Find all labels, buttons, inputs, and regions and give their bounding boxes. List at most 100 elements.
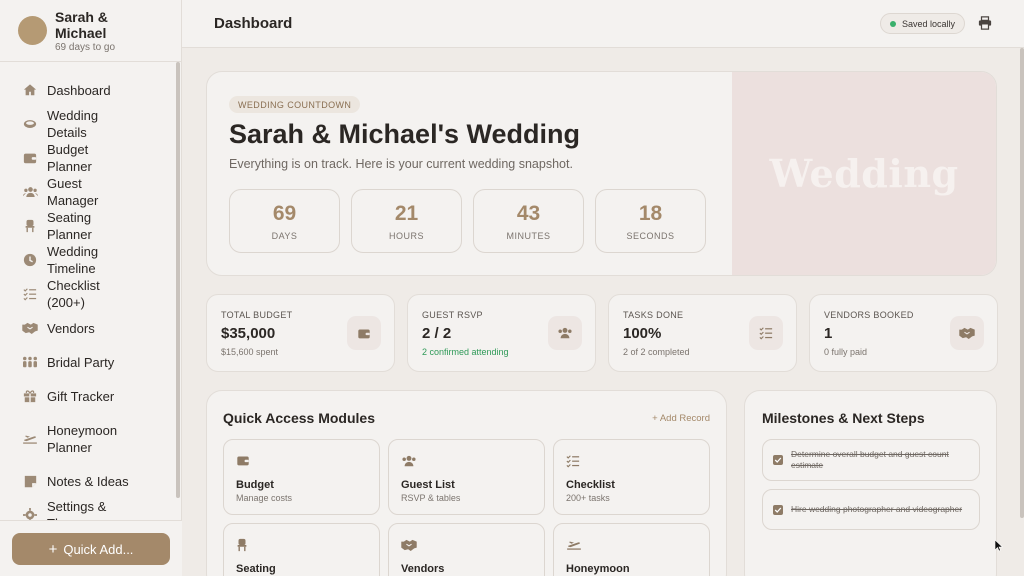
module-tile-checklist[interactable]: Checklist 200+ tasks (553, 439, 710, 515)
handshake-icon (950, 316, 984, 350)
mouse-cursor-icon (995, 540, 1003, 552)
rings-icon (22, 116, 38, 132)
saved-status-badge: Saved locally (879, 13, 965, 34)
module-subtitle: RSVP & tables (401, 493, 461, 503)
sidebar-item-bridal-party[interactable]: Bridal Party (0, 345, 176, 379)
users-icon (22, 184, 38, 200)
stat-value: 1 (824, 325, 833, 342)
people-icon (22, 354, 38, 370)
hero-image-panel: Wedding (732, 72, 996, 275)
main-content: Wedding WEDDING COUNTDOWN Sarah & Michae… (182, 48, 1020, 576)
sidebar-item-gift-tracker[interactable]: Gift Tracker (0, 379, 176, 413)
countdown-seconds: 18 SECONDS (595, 189, 706, 253)
stat-card-total-budget[interactable]: TOTAL BUDGET $35,000 $15,600 spent (206, 294, 395, 372)
milestones-card: Milestones & Next Steps Determine overal… (744, 390, 997, 576)
milestone-item[interactable]: Determine overall budget and guest count… (762, 439, 980, 481)
sidebar-nav: Dashboard Wedding Details Budget Planner… (0, 73, 176, 532)
add-record-link[interactable]: + Add Record (652, 413, 710, 424)
sidebar-item-label: Guest Manager (47, 176, 99, 208)
stat-sub: 2 confirmed attending (422, 347, 509, 357)
stat-card-guest-rsvp[interactable]: GUEST RSVP 2 / 2 2 confirmed attending (407, 294, 596, 372)
countdown-label: DAYS (271, 230, 298, 241)
sidebar-item-wedding-details[interactable]: Wedding Details (0, 107, 176, 141)
sidebar-item-checklist[interactable]: Checklist (200+) (0, 277, 176, 311)
sidebar-item-wedding-timeline[interactable]: Wedding Timeline (0, 243, 176, 277)
countdown-days: 69 DAYS (229, 189, 340, 253)
module-subtitle: Manage costs (236, 493, 293, 503)
stat-label: TASKS DONE (623, 310, 684, 320)
countdown-row: 69 DAYS 21 HOURS 43 MINUTES 18 SECONDS (229, 189, 706, 253)
module-title: Vendors (401, 563, 445, 575)
chair-icon (236, 538, 252, 554)
sidebar-item-label: Honeymoon Planner (47, 422, 118, 455)
module-tile-vendors[interactable]: Vendors (388, 523, 545, 576)
profile-header[interactable]: Sarah & Michael 69 days to go (0, 0, 181, 62)
module-title: Budget (236, 479, 274, 491)
sidebar-item-label: Gift Tracker (47, 388, 115, 404)
module-title: Seating (236, 563, 276, 575)
wallet-icon (236, 454, 252, 470)
hero-subtitle: Everything is on track. Here is your cur… (229, 157, 573, 171)
module-title: Checklist (566, 479, 615, 491)
sidebar-item-honeymoon-planner[interactable]: Honeymoon Planner (0, 413, 176, 464)
milestone-item[interactable]: Hire wedding photographer and videograph… (762, 489, 980, 530)
home-icon (22, 82, 38, 98)
sidebar-item-label: Vendors (47, 320, 95, 336)
sidebar-item-budget-planner[interactable]: Budget Planner (0, 141, 176, 175)
milestone-text: Hire wedding photographer and videograph… (791, 504, 963, 514)
quick-add-button[interactable]: + Quick Add... (12, 533, 170, 565)
sidebar-item-label: Notes & Ideas (47, 473, 129, 489)
sidebar-item-notes-ideas[interactable]: Notes & Ideas (0, 464, 176, 498)
sidebar-item-label: Budget Planner (47, 142, 92, 174)
handshake-icon (22, 320, 38, 336)
countdown-value: 43 (516, 201, 541, 225)
print-icon[interactable] (978, 16, 992, 30)
sidebar-item-guest-manager[interactable]: Guest Manager (0, 175, 176, 209)
sidebar-item-dashboard[interactable]: Dashboard (0, 73, 176, 107)
wallet-icon (347, 316, 381, 350)
milestone-text: Determine overall budget and guest count… (791, 449, 949, 470)
quick-access-grid: Budget Manage costs Guest List RSVP & ta… (223, 439, 710, 576)
stat-card-vendors-booked[interactable]: VENDORS BOOKED 1 0 fully paid (809, 294, 998, 372)
gift-icon (22, 388, 38, 404)
plane-icon (22, 431, 38, 447)
note-icon (22, 473, 38, 489)
page-title: Dashboard (214, 15, 293, 32)
clock-icon (22, 252, 38, 268)
plus-icon: + (48, 540, 58, 558)
module-subtitle: 200+ tasks (566, 493, 610, 503)
module-tile-budget[interactable]: Budget Manage costs (223, 439, 380, 515)
quick-access-card: Quick Access Modules + Add Record Budget… (206, 390, 727, 576)
stat-label: TOTAL BUDGET (221, 310, 293, 320)
stat-sub: 2 of 2 completed (623, 347, 690, 357)
wallet-icon (22, 150, 38, 166)
module-tile-guest-list[interactable]: Guest List RSVP & tables (388, 439, 545, 515)
countdown-label: HOURS (388, 230, 424, 241)
avatar (18, 16, 47, 45)
sidebar-scrollbar[interactable] (176, 62, 180, 498)
countdown-label: SECONDS (626, 230, 675, 241)
module-title: Honeymoon (566, 563, 630, 575)
module-tile-honeymoon[interactable]: Honeymoon (553, 523, 710, 576)
quick-access-title: Quick Access Modules (223, 410, 375, 426)
checkbox-checked-icon[interactable] (773, 455, 783, 465)
checkbox-checked-icon[interactable] (773, 504, 783, 515)
days-to-go: 69 days to go (55, 41, 116, 53)
wedding-countdown-hero: Wedding WEDDING COUNTDOWN Sarah & Michae… (206, 71, 997, 276)
sidebar-item-seating-planner[interactable]: Seating Planner (0, 209, 176, 243)
main-scrollbar[interactable] (1020, 48, 1024, 518)
stats-row: TOTAL BUDGET $35,000 $15,600 spent GUEST… (206, 294, 998, 372)
handshake-icon (401, 538, 417, 554)
sidebar-item-label: Wedding Timeline (47, 244, 99, 276)
stat-value: 100% (623, 325, 662, 342)
countdown-value: 69 (272, 201, 297, 225)
milestones-title: Milestones & Next Steps (762, 410, 925, 426)
module-tile-seating[interactable]: Seating (223, 523, 380, 576)
stat-card-tasks-done[interactable]: TASKS DONE 100% 2 of 2 completed (608, 294, 797, 372)
stat-sub: $15,600 spent (221, 347, 279, 357)
hero-watermark: Wedding (769, 151, 959, 196)
hero-title: Sarah & Michael's Wedding (229, 119, 580, 149)
chair-icon (22, 218, 38, 234)
saved-status-text: Saved locally (901, 18, 955, 29)
sidebar-item-vendors[interactable]: Vendors (0, 311, 176, 345)
